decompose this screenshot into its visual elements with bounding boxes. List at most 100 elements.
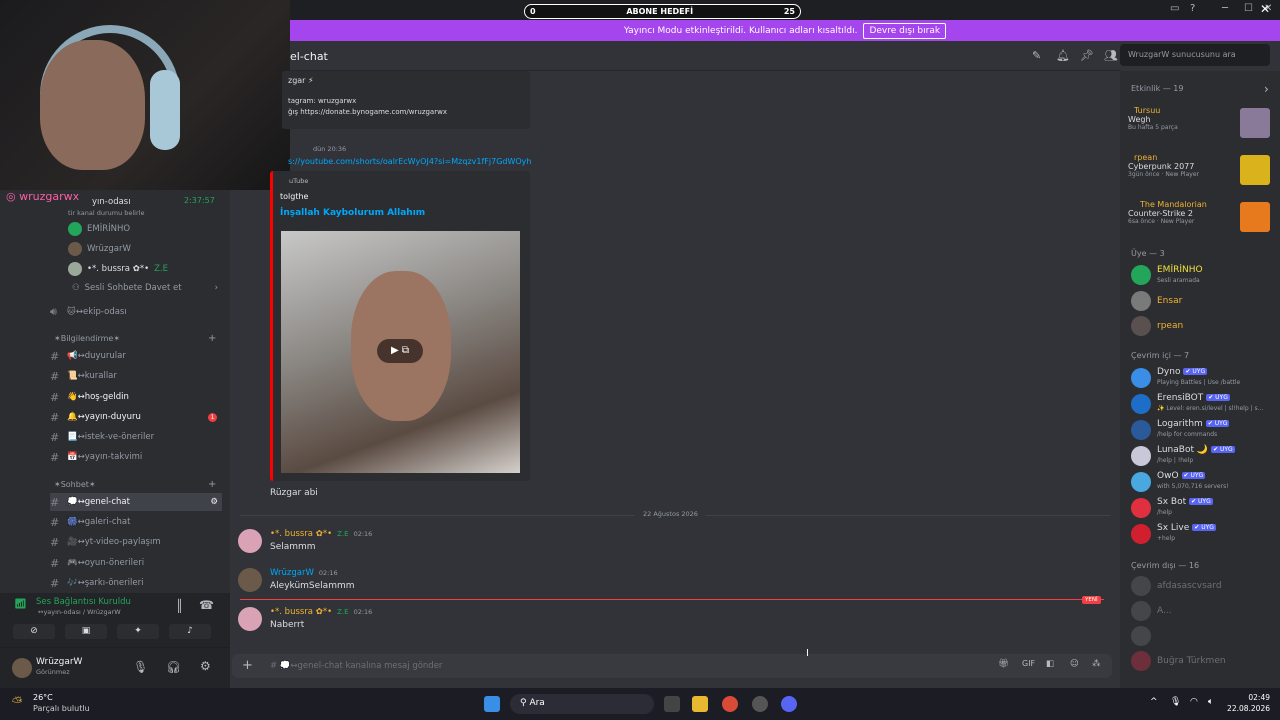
avatar[interactable] [238,529,262,553]
avatar[interactable] [1131,265,1151,285]
avatar[interactable] [1131,420,1151,440]
start-icon[interactable] [484,696,500,712]
avatar[interactable] [1131,498,1151,518]
mic-tray-icon[interactable]: 🎙︎ [1170,697,1181,707]
help-icon[interactable]: ? [1190,3,1195,14]
member-name[interactable]: ErensiBOT ✔ UYG [1157,393,1230,403]
category-sohbet[interactable]: ✶Sohbet✶ [54,480,96,489]
voice-member[interactable]: WrüzgarW [68,240,131,258]
sidebar-item-hos-geldin[interactable]: # 👋↔hoş-geldin [50,388,129,406]
member-name[interactable]: Buğra Türkmen [1157,656,1226,666]
sidebar-item-yt-video[interactable]: # 🎥↔yt-video-paylaşım [50,533,161,551]
camera-off-button[interactable]: ⊘ [13,624,55,639]
discord-icon[interactable] [781,696,797,712]
activity-card[interactable]: rpean Cyberpunk 2077 3gün önce · New Pla… [1128,153,1273,193]
username[interactable]: WrüzgarW [36,657,82,667]
disconnect-icon[interactable]: ☎ [199,598,214,612]
avatar[interactable] [1131,394,1151,414]
sticker-icon[interactable]: ◧ [1046,659,1054,669]
avatar[interactable] [1131,601,1151,621]
noise-icon[interactable]: ║ [176,599,183,613]
member-name[interactable]: rpean [1157,321,1183,331]
clock-time[interactable]: 02:49 [1232,693,1270,702]
message-input[interactable]: # 💭↔genel-chat kanalına mesaj gönder [270,661,442,671]
sidebar-item-kurallar[interactable]: # 📜↔kurallar [50,367,117,385]
member-name[interactable]: Ensar [1157,296,1182,306]
activity-card[interactable]: Tursuu Wegh Bu hafta 5 parça [1128,106,1273,146]
youtube-link[interactable]: s://youtube.com/shorts/oalrEcWyOJ4?si=Mz… [288,157,531,166]
screen-share-button[interactable]: ▣ [65,624,107,639]
headset-icon[interactable]: 🎧︎ [166,660,181,674]
voice-member[interactable]: EMİRİNHO [68,220,130,238]
microphone-icon[interactable]: 🎙︎ [133,660,148,674]
members-icon[interactable]: 👥︎ [1104,49,1118,62]
sidebar-item-takvim[interactable]: # 📅↔yayın-takvimi [50,448,142,466]
soundboard-button[interactable]: ♪ [169,624,211,639]
avatar[interactable] [1131,472,1151,492]
clock-date[interactable]: 22.08.2026 [1226,704,1270,713]
avatar[interactable] [12,658,32,678]
disable-streamer-mode-button[interactable]: Devre dışı bırak [863,22,947,39]
avatar[interactable] [1131,291,1151,311]
chrome-icon[interactable] [722,696,738,712]
message-composer[interactable]: + # 💭↔genel-chat kanalına mesaj gönder 🎁… [232,654,1112,678]
voice-status-title[interactable]: Ses Bağlantısı Kuruldu [36,597,131,607]
member-name[interactable]: Logarithm ✔ UYG [1157,419,1230,429]
message-author[interactable]: WrüzgarW [270,568,314,578]
avatar[interactable] [1131,524,1151,544]
inbox-icon[interactable]: ▭ [1170,3,1179,14]
task-view-icon[interactable] [664,696,680,712]
avatar[interactable] [1131,446,1151,466]
activities-button[interactable]: ✦ [117,624,159,639]
avatar[interactable] [1131,316,1151,336]
settings-icon[interactable]: ⚙ [210,497,218,507]
sidebar-item-istek[interactable]: # 📃↔istek-ve-öneriler [50,428,154,446]
add-channel-icon[interactable]: + [208,479,216,490]
play-icon[interactable]: ▶ ⧉ [377,339,423,363]
tray-chevron-icon[interactable]: ^ [1150,697,1158,707]
emoji-icon[interactable]: ☺ [1070,659,1079,669]
pin-icon[interactable]: 📌︎ [1080,49,1094,62]
sidebar-item-genel-chat[interactable]: # 💭↔genel-chat ⚙ [50,493,222,511]
category-bilgilendirme[interactable]: ✶Bilgilendirme✶ [54,334,120,343]
sidebar-item-ekip[interactable]: 🔊︎ 🐱↔ekip-odası [50,303,127,321]
member-name[interactable]: Sx Live ✔ UYG [1157,523,1216,533]
message-author[interactable]: •*. bussra ✿*• [270,529,332,539]
obs-icon[interactable] [752,696,768,712]
member-name[interactable]: Sx Bot ✔ UYG [1157,497,1213,507]
avatar[interactable] [1131,368,1151,388]
message-author[interactable]: •*. bussra ✿*• [270,607,332,617]
wifi-icon[interactable]: ◠ [1190,697,1198,707]
taskbar-search[interactable]: ⚲ Ara [510,694,654,714]
voice-member[interactable]: •*. bussra ✿*• Z.E [68,260,168,278]
invite-to-voice[interactable]: ⚇ Sesli Sohbete Davet et › [72,279,218,297]
gear-icon[interactable]: ⚙ [200,659,211,673]
add-channel-icon[interactable]: + [208,333,216,344]
member-name[interactable]: OwO ✔ UYG [1157,471,1206,481]
avatar[interactable] [1131,576,1151,596]
member-name[interactable]: EMİRİNHO [1157,265,1203,275]
weather-temp[interactable]: 26°C [33,693,53,702]
maximize-icon[interactable]: ☐ [1244,3,1253,14]
chevron-right-icon[interactable]: › [1264,82,1269,96]
member-name[interactable]: A... [1157,606,1172,616]
embed-video-title[interactable]: İnşallah Kaybolurum Allahım [280,208,425,218]
gif-icon[interactable]: GIF [1022,659,1035,668]
member-name[interactable]: afdasascvsard [1157,581,1222,591]
banner-close-icon[interactable]: ✕ [1260,2,1270,16]
member-name[interactable]: Dyno ✔ UYG [1157,367,1208,377]
threads-icon[interactable]: ✎ [1032,49,1044,62]
bell-icon[interactable]: 🔔︎ [1056,49,1070,62]
weather-text[interactable]: Parçalı bulutlu [33,704,90,713]
file-explorer-icon[interactable] [692,696,708,712]
member-name[interactable]: LunaBot 🌙 ✔ UYG [1157,445,1235,455]
avatar[interactable] [238,568,262,592]
sidebar-item-galeri[interactable]: # 🎆↔galeri-chat [50,513,130,531]
search-input[interactable]: WruzgarW sunucusunu ara [1120,44,1270,66]
sidebar-item-oyun[interactable]: # 🎮↔oyun-önerileri [50,554,144,572]
minimize-icon[interactable]: ─ [1222,3,1228,14]
avatar[interactable] [1131,651,1151,671]
activity-card[interactable]: The Mandalorian Counter-Strike 2 6sa önc… [1128,200,1273,240]
apps-icon[interactable]: ⁂ [1092,659,1101,669]
avatar[interactable] [238,607,262,631]
